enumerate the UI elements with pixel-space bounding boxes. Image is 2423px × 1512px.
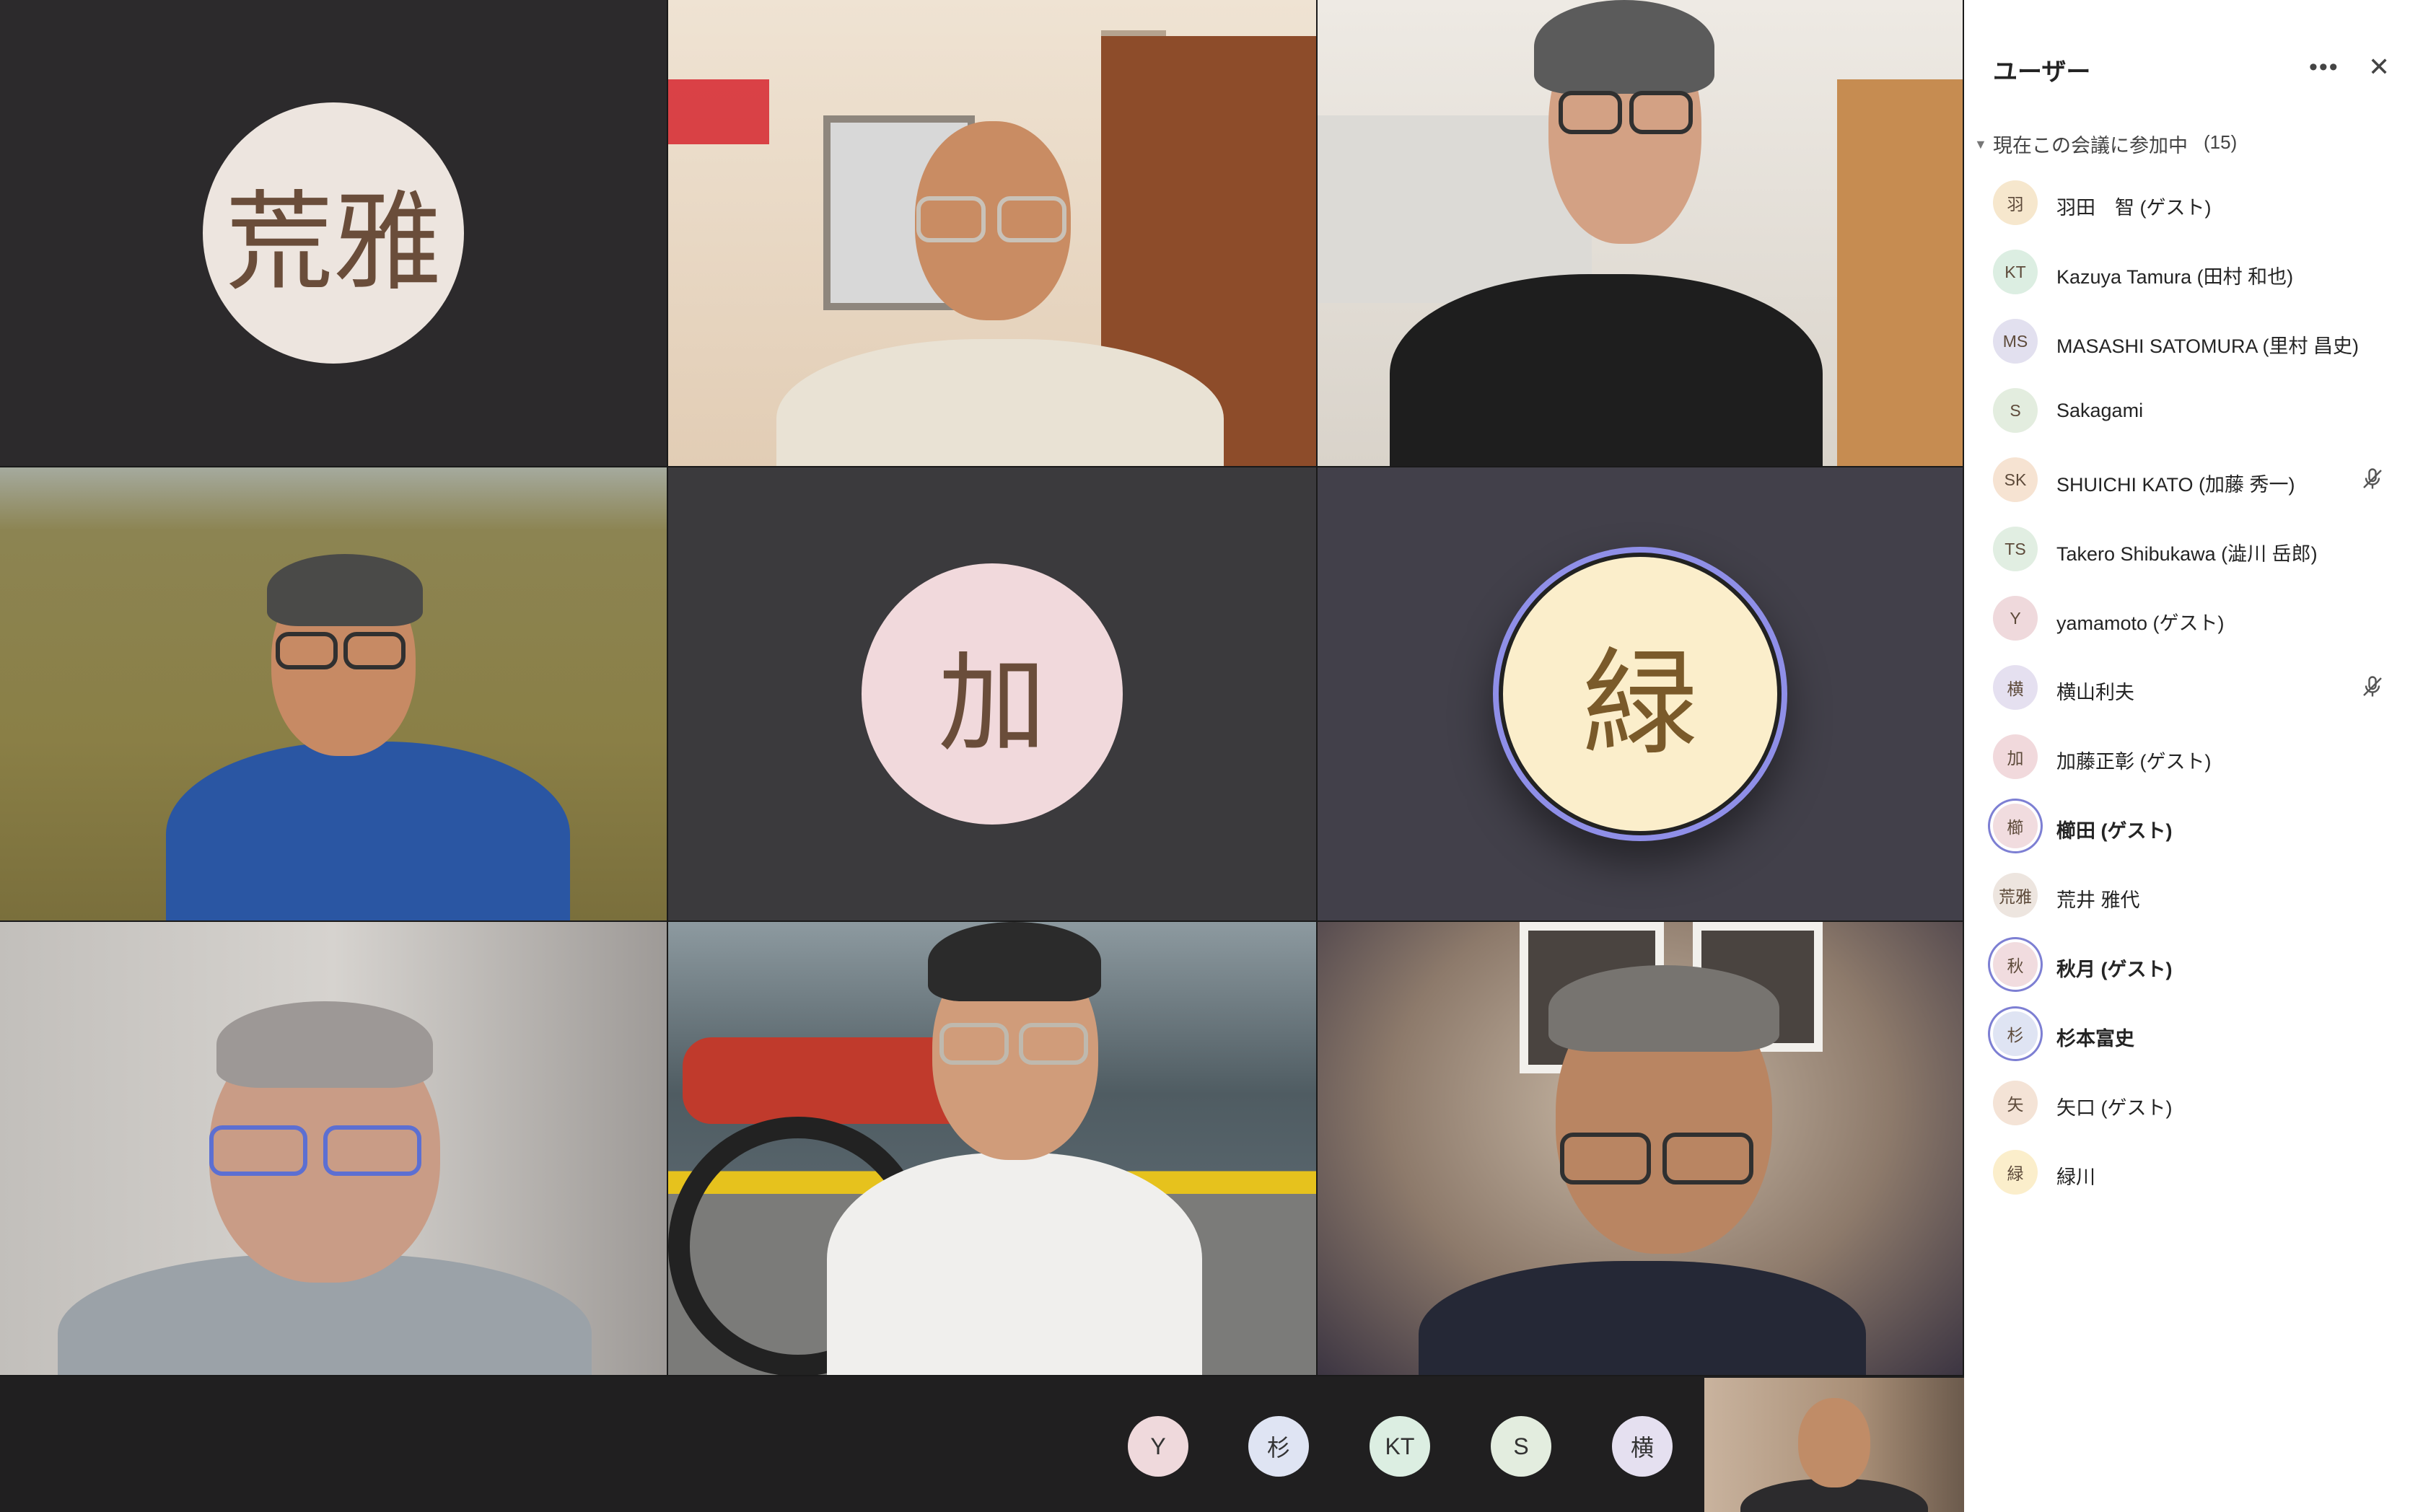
close-icon[interactable]: ✕ [2368,52,2390,82]
participant-name: Sakagami [2056,400,2144,421]
participant-avatar: 荒雅 [1993,873,2038,918]
participant-row[interactable]: S Sakagami [1964,378,2423,444]
avatar-initials: 荒雅 [224,180,442,306]
panel-title: ユーザー [1993,58,2091,86]
participant-avatar: 緑 [1503,557,1777,831]
participant-row[interactable]: 横 横山利夫 [1964,655,2423,721]
speaking-ring: 緑 [1493,547,1787,841]
overflow-avatar[interactable]: 横 [1612,1416,1673,1477]
participant-avatar: 秋 [1993,942,2038,987]
avatar-initials: 秋 [2007,957,2024,975]
participant-row[interactable]: 荒雅 荒井 雅代 [1964,863,2423,929]
avatar-initials: KT [2004,262,2026,281]
video-tile-participant[interactable] [0,467,668,922]
self-video-preview[interactable] [1704,1378,1964,1512]
avatar-initials: 横 [1630,1435,1654,1461]
participant-avatar: 櫛 [1993,804,2038,848]
participant-avatar: 杉 [1993,1011,2038,1056]
participant-name: 横山利夫 [2056,682,2134,703]
participant-row[interactable]: SK SHUICHI KATO (加藤 秀一) [1964,447,2423,514]
video-tile-participant[interactable] [0,922,668,1376]
participant-row[interactable]: 羽 羽田 智 (ゲスト) [1964,170,2423,237]
participant-name: 荒井 雅代 [2056,889,2140,911]
participant-name: 加藤正彰 (ゲスト) [2056,751,2212,773]
video-tile-participant[interactable] [1318,0,1964,467]
participant-name: Kazuya Tamura (田村 和也) [2056,266,2294,288]
participant-name: SHUICHI KATO (加藤 秀一) [2056,474,2295,496]
section-header[interactable]: 現在この会議に参加中 [1993,130,2188,158]
participant-name: 杉本富史 [2056,1028,2134,1050]
participant-name: 矢口 (ゲスト) [2056,1097,2173,1119]
avatar-initials: 緑 [1582,636,1698,771]
participant-avatar: 加 [1993,734,2038,779]
participant-row[interactable]: 櫛 櫛田 (ゲスト) [1964,794,2423,860]
avatar-initials: 荒雅 [1999,887,2032,906]
participant-avatar: KT [1993,250,2038,294]
participant-avatar: 矢 [1993,1081,2038,1125]
participant-name: yamamoto (ゲスト) [2056,612,2225,634]
participant-avatar: 加 [862,563,1123,825]
video-tile-participant[interactable] [668,922,1318,1376]
avatar-initials: 緑 [2007,1164,2024,1183]
participant-row[interactable]: TS Takero Shibukawa (澁川 岳郎) [1964,517,2423,583]
participant-row[interactable]: MS MASASHI SATOMURA (里村 昌史) [1964,309,2423,375]
avatar-initials: 杉 [1266,1435,1290,1461]
participant-row[interactable]: 矢 矢口 (ゲスト) [1964,1071,2423,1137]
participant-row[interactable]: KT Kazuya Tamura (田村 和也) [1964,239,2423,306]
meeting-stage: 荒雅 加 緑 [0,0,1964,1512]
participant-name: 櫛田 (ゲスト) [2056,820,2173,842]
participant-row[interactable]: 加 加藤正彰 (ゲスト) [1964,724,2423,791]
avatar-initials: 加 [2007,749,2024,768]
avatar-initials: 羽 [2007,195,2024,214]
avatar-initials: 櫛 [2007,818,2024,837]
chevron-down-icon[interactable]: ▼ [1974,137,1987,152]
participant-avatar: S [1993,388,2038,433]
video-tile-avatar-speaking[interactable]: 緑 [1318,467,1964,922]
mic-off-icon [2360,674,2385,700]
video-tile-avatar[interactable]: 荒雅 [0,0,668,467]
video-tile-avatar[interactable]: 加 [668,467,1318,922]
avatar-initials: KT [1385,1433,1415,1459]
avatar-initials: Y [1150,1433,1166,1459]
avatar-initials: 杉 [2007,1026,2024,1045]
participant-avatar: TS [1993,527,2038,571]
participant-name: 羽田 智 (ゲスト) [2056,197,2212,219]
participant-row[interactable]: 杉 杉本富史 [1964,1001,2423,1068]
avatar-initials: MS [2002,331,2028,351]
participant-name: 秋月 (ゲスト) [2056,959,2173,980]
section-count: (15) [2204,131,2238,153]
avatar-initials: Y [2010,608,2021,628]
participant-avatar: 羽 [1993,180,2038,225]
participant-name: MASASHI SATOMURA (里村 昌史) [2056,335,2360,357]
more-options-button[interactable]: ••• [2309,53,2339,82]
avatar-initials: S [1513,1433,1529,1459]
participant-row[interactable]: 秋 秋月 (ゲスト) [1964,932,2423,998]
avatar-initials: TS [2004,539,2026,558]
participant-row[interactable]: Yyamamoto (ゲスト) [1964,586,2423,652]
avatar-initials: 横 [2007,680,2024,698]
overflow-avatar[interactable]: S [1491,1416,1551,1477]
participant-avatar: 緑 [1993,1150,2038,1195]
video-tile-participant[interactable] [668,0,1318,467]
participant-avatar: MS [1993,319,2038,364]
avatar-initials: S [2010,400,2021,420]
participant-name: 緑川 [2056,1166,2095,1188]
overflow-avatar[interactable]: KT [1370,1416,1430,1477]
video-tile-participant[interactable] [1318,922,1964,1376]
participants-panel: ユーザー ••• ✕ ▼ 現在この会議に参加中 (15) 羽 羽田 智 (ゲスト)… [1964,0,2423,1512]
avatar-initials: 矢 [2007,1095,2024,1114]
participant-avatar: 荒雅 [203,102,464,364]
participant-row[interactable]: 緑 緑川 [1964,1140,2423,1206]
participant-name: Takero Shibukawa (澁川 岳郎) [2056,543,2318,565]
participant-avatar: SK [1993,457,2038,502]
overflow-avatar[interactable]: 杉 [1248,1416,1309,1477]
participant-avatar: Y [1993,596,2038,641]
avatar-initials: 加 [937,641,1046,767]
participant-avatar: 横 [1993,665,2038,710]
mic-off-icon [2360,466,2385,492]
overflow-avatar[interactable]: Y [1128,1416,1188,1477]
avatar-initials: SK [2004,470,2027,489]
